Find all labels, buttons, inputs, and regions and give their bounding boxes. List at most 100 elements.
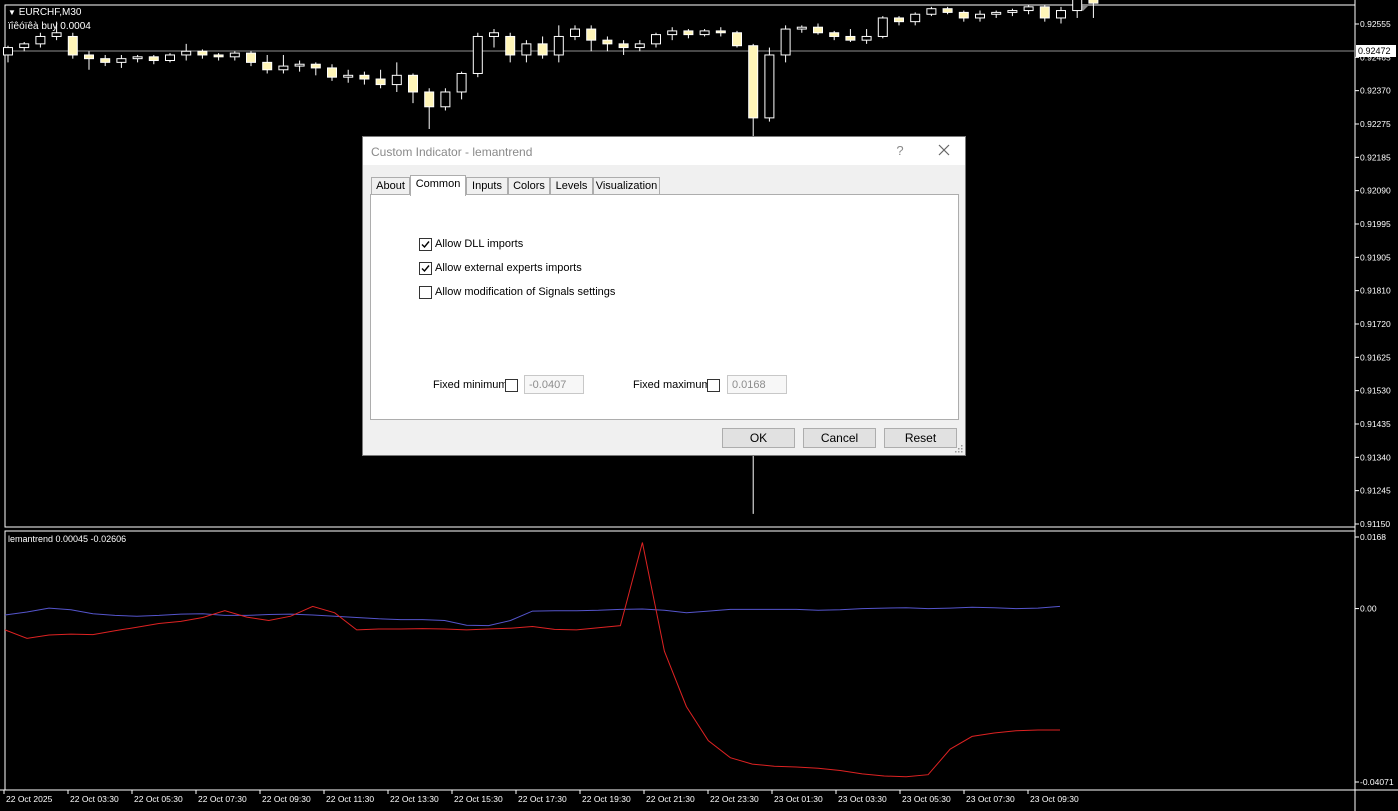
candle-body — [813, 26, 823, 34]
candle-body — [1007, 10, 1018, 13]
candle-body — [84, 54, 94, 60]
candle-body — [699, 30, 710, 36]
candle-body — [877, 17, 888, 37]
fixed-minimum-input[interactable] — [524, 375, 584, 394]
allow-external-checkbox[interactable] — [419, 262, 432, 275]
allow-dll-label[interactable]: Allow DLL imports — [435, 238, 523, 250]
time-tick-label: 23 Oct 07:30 — [966, 794, 1015, 804]
candle-body — [327, 67, 337, 78]
time-tick-label: 22 Oct 09:30 — [262, 794, 311, 804]
candle-body — [246, 52, 256, 63]
price-tick-label: 0.91340 — [1360, 452, 1391, 462]
tab-levels[interactable]: Levels — [550, 177, 593, 194]
price-tick-label: 0.92275 — [1360, 119, 1391, 129]
time-tick-label: 22 Oct 13:30 — [390, 794, 439, 804]
candle-body — [991, 11, 1002, 15]
price-tick-label: 0.91245 — [1360, 486, 1391, 496]
candle-body — [796, 26, 807, 30]
candle-body — [19, 43, 30, 49]
price-tick-label: 0.92370 — [1360, 86, 1391, 96]
time-tick-label: 22 Oct 05:30 — [134, 794, 183, 804]
ok-button[interactable]: OK — [722, 428, 795, 448]
candle-body — [586, 28, 597, 41]
common-tab-panel: Allow DLL imports Allow external experts… — [370, 194, 959, 420]
candle-body — [424, 91, 435, 108]
time-tick-label: 22 Oct 15:30 — [454, 794, 503, 804]
candle-body — [1072, 0, 1083, 12]
tab-inputs[interactable]: Inputs — [466, 177, 508, 194]
fixed-maximum-checkbox[interactable] — [707, 379, 720, 392]
help-button[interactable]: ? — [894, 143, 906, 158]
fixed-minimum-checkbox[interactable] — [505, 379, 518, 392]
tab-common[interactable]: Common — [410, 175, 466, 196]
candle-body — [570, 28, 580, 37]
trade-label: ïîêóïêà buy 0.0004 — [8, 21, 91, 32]
candle-body — [100, 58, 111, 63]
symbol-text: EURCHF,M30 — [18, 7, 82, 18]
candle-body — [1088, 0, 1099, 4]
allow-signals-checkbox[interactable] — [419, 286, 432, 299]
custom-indicator-dialog: Custom Indicator - lemantrend ? About Co… — [362, 136, 966, 456]
candle-body — [181, 50, 192, 56]
candle-body — [375, 78, 386, 86]
candle-body — [148, 56, 159, 62]
time-tick-label: 22 Oct 2025 — [6, 794, 53, 804]
indicator-header: lemantrend 0.00045 -0.02606 — [8, 534, 127, 544]
candle-body — [634, 43, 645, 49]
candle-body — [51, 32, 62, 37]
checkmark-icon — [421, 241, 430, 249]
allow-dll-checkbox[interactable] — [419, 238, 432, 251]
dialog-titlebar[interactable]: Custom Indicator - lemantrend ? — [363, 137, 965, 165]
candle-body — [359, 74, 370, 80]
indicator-tick-label: -0.04071 — [1360, 777, 1394, 787]
candle-body — [472, 35, 483, 74]
time-tick-label: 22 Oct 23:30 — [710, 794, 759, 804]
candle-body — [262, 61, 273, 71]
candle-body — [505, 35, 516, 56]
price-tick-label: 0.92090 — [1360, 186, 1391, 196]
candle-body — [278, 65, 289, 71]
time-tick-label: 22 Oct 11:30 — [326, 794, 374, 804]
candle-body — [1056, 10, 1066, 19]
candle-body — [165, 54, 175, 62]
tab-visualization[interactable]: Visualization — [593, 177, 660, 194]
close-icon[interactable] — [935, 141, 953, 159]
time-tick-label: 22 Oct 17:30 — [518, 794, 567, 804]
candle-body — [894, 17, 904, 23]
reset-button[interactable]: Reset — [884, 428, 957, 448]
collapse-arrow-icon[interactable]: ▼ — [8, 8, 16, 17]
candle-body — [651, 34, 661, 45]
cancel-button[interactable]: Cancel — [803, 428, 876, 448]
candle-body — [958, 11, 969, 19]
candle-body — [213, 54, 224, 58]
time-tick-label: 22 Oct 21:30 — [646, 794, 695, 804]
dialog-title: Custom Indicator - lemantrend — [371, 145, 533, 159]
allow-signals-label[interactable]: Allow modification of Signals settings — [435, 286, 615, 298]
time-tick-label: 23 Oct 03:30 — [838, 794, 887, 804]
time-tick-label: 22 Oct 07:30 — [198, 794, 247, 804]
fixed-maximum-input[interactable] — [727, 375, 787, 394]
candle-body — [683, 30, 694, 36]
allow-external-label[interactable]: Allow external experts imports — [435, 262, 582, 274]
candle-body — [975, 13, 985, 19]
price-tick-label: 0.92555 — [1360, 19, 1391, 29]
candle-body — [35, 35, 46, 45]
candle-body — [229, 52, 240, 58]
candle-body — [440, 91, 451, 108]
tab-colors[interactable]: Colors — [508, 177, 550, 194]
candle-body — [715, 30, 726, 34]
indicator-line-red — [4, 542, 1060, 778]
candle-body — [132, 56, 143, 60]
fixed-maximum-label: Fixed maximum — [633, 379, 711, 391]
price-tick-label: 0.92185 — [1360, 152, 1391, 162]
candle-body — [456, 72, 467, 93]
resize-grip-icon[interactable] — [955, 445, 963, 453]
time-tick-label: 22 Oct 19:30 — [582, 794, 631, 804]
candle-body — [861, 35, 872, 41]
candle-body — [116, 58, 127, 63]
candle-body — [780, 28, 791, 56]
fixed-minimum-label: Fixed minimum — [433, 379, 508, 391]
price-tick-label: 0.91625 — [1360, 352, 1391, 362]
price-tick-label: 0.91530 — [1360, 386, 1391, 396]
tab-about[interactable]: About — [371, 177, 410, 194]
